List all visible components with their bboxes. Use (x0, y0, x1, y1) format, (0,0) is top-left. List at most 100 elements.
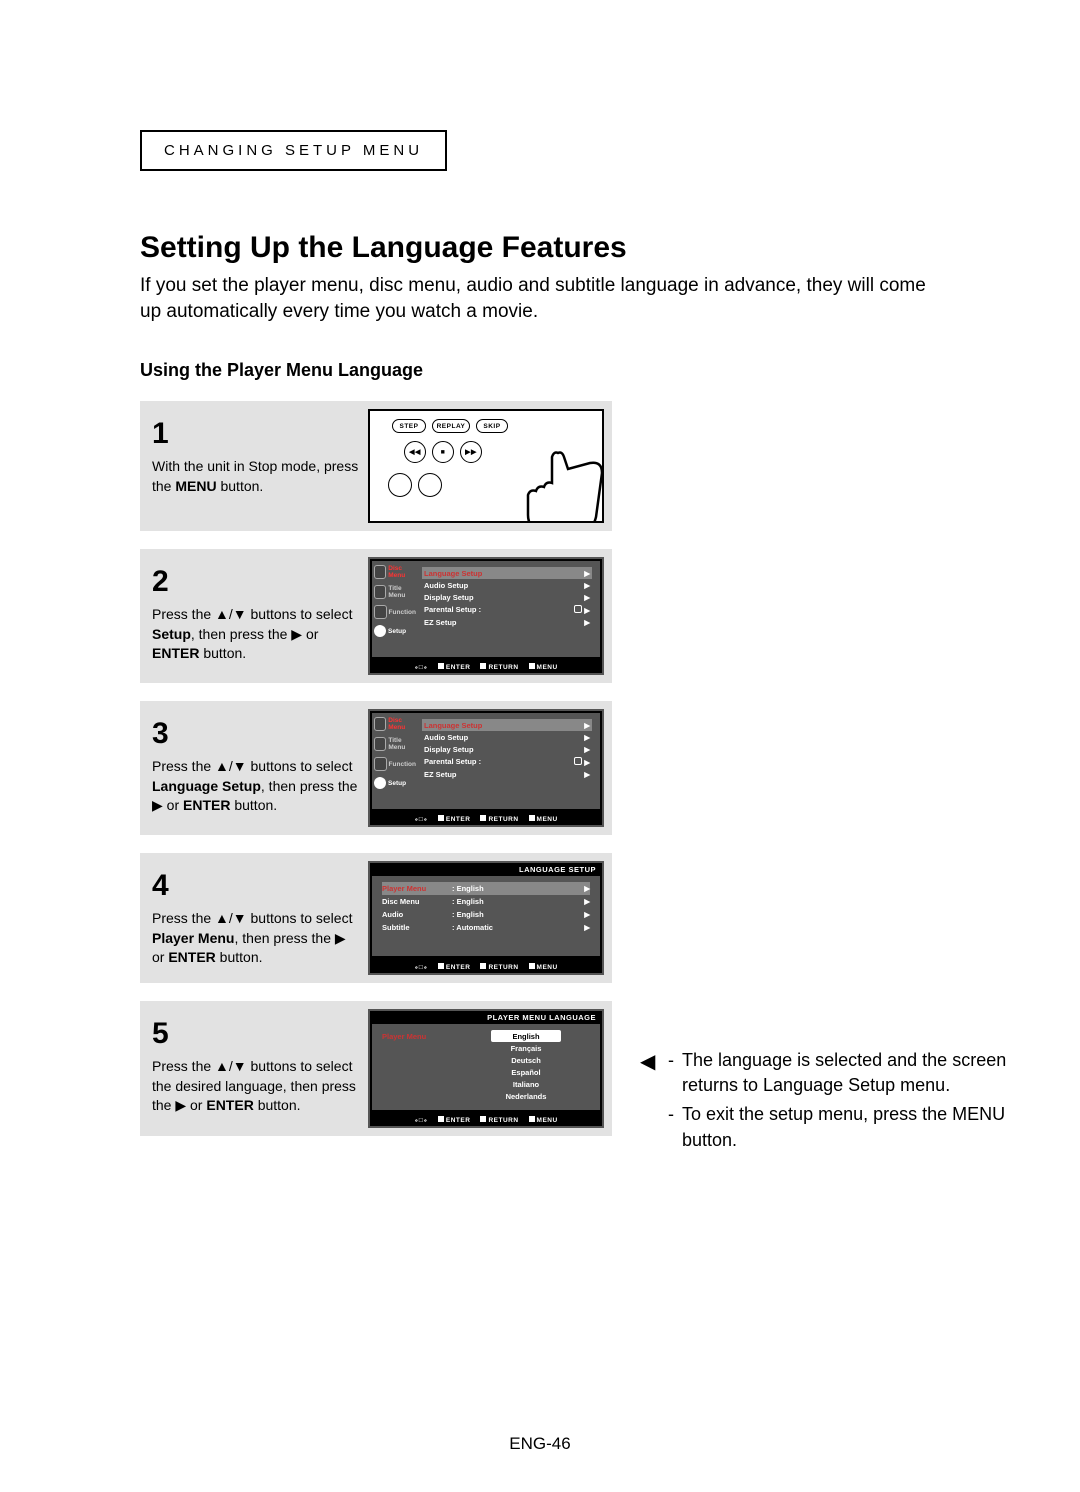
osd-row: Language Setup▶ (422, 719, 592, 731)
osd-setup-menu-3: Disc Menu Title Menu Function Setup Lang… (368, 709, 604, 827)
step-1-number: 1 (152, 413, 360, 455)
arrow-left-icon: ◀ (640, 1048, 668, 1098)
step-3: 3 Press the ▲/▼ buttons to select Langua… (140, 701, 612, 835)
side-disc-menu: Disc Menu (374, 565, 416, 579)
gear-icon (374, 625, 386, 637)
pml-options: English Français Deutsch Español Italian… (462, 1030, 590, 1104)
pml-opt-english: English (491, 1030, 561, 1042)
step-4-number: 4 (152, 865, 360, 907)
t: , then press the ▶ or (191, 626, 319, 642)
step-5-number: 5 (152, 1013, 360, 1055)
side-function: Function (374, 757, 416, 771)
remote-skip-button: SKIP (476, 419, 508, 433)
b: ENTER (183, 797, 230, 813)
remote-illustration: STEP REPLAY SKIP ◀◀ ■ ▶▶ (368, 409, 604, 523)
step-2-text: 2 Press the ▲/▼ buttons to select Setup,… (148, 557, 368, 675)
result-notes: ◀ - The language is selected and the scr… (640, 1048, 1060, 1157)
steps-column: 1 With the unit in Stop mode, press the … (140, 401, 612, 1136)
step-1-bold: MENU (175, 478, 216, 494)
osd-row: Display Setup▶ (422, 743, 592, 755)
note-1: The language is selected and the screen … (682, 1048, 1060, 1098)
step-3-number: 3 (152, 713, 360, 755)
pml-opt-espanol: Español (491, 1066, 561, 1078)
side-setup: Setup (374, 777, 416, 789)
step-4-text: 4 Press the ▲/▼ buttons to select Player… (148, 861, 368, 975)
osd-setup-menu: Disc Menu Title Menu Function Setup Lang… (368, 557, 604, 675)
side-function: Function (374, 605, 416, 619)
arrow-right-icon: ▶ (584, 569, 590, 578)
t: button. (254, 1097, 301, 1113)
osd-row: Parental Setup : ▶ (422, 603, 592, 616)
ls-row: Subtitle: Automatic▶ (382, 921, 590, 934)
pml-opt-deutsch: Deutsch (491, 1054, 561, 1066)
pml-opt-italiano: Italiano (491, 1078, 561, 1090)
step-2: 2 Press the ▲/▼ buttons to select Setup,… (140, 549, 612, 683)
osd-row: EZ Setup▶ (422, 768, 592, 780)
b: ENTER (152, 645, 199, 661)
osd-row: Audio Setup▶ (422, 579, 592, 591)
lock-icon (574, 757, 582, 765)
section-header: CHANGING SETUP MENU (140, 130, 447, 171)
osd-footer: ∘□∘ ENTER RETURN MENU (370, 963, 602, 971)
side-disc-menu: Disc Menu (374, 717, 416, 731)
b: Setup (152, 626, 191, 642)
osd-footer: ∘□∘ ENTER RETURN MENU (370, 1116, 602, 1124)
side-setup: Setup (374, 625, 416, 637)
b: ENTER (206, 1097, 253, 1113)
gear-icon (374, 777, 386, 789)
ls-title: LANGUAGE SETUP (370, 863, 602, 876)
step-4: 4 Press the ▲/▼ buttons to select Player… (140, 853, 612, 983)
t: button. (199, 645, 246, 661)
t: button. (216, 949, 263, 965)
hand-icon (508, 443, 604, 523)
osd-row: Audio Setup▶ (422, 731, 592, 743)
step-3-text: 3 Press the ▲/▼ buttons to select Langua… (148, 709, 368, 827)
remote-step-button: STEP (392, 419, 426, 433)
osd-row: Display Setup▶ (422, 591, 592, 603)
note-2: To exit the setup menu, press the MENU b… (682, 1102, 1060, 1152)
osd-main-2: Language Setup▶ Audio Setup▶ Display Set… (418, 561, 600, 657)
osd-sidebar: Disc Menu Title Menu Function Setup (372, 713, 418, 809)
step-5: 5 Press the ▲/▼ buttons to select the de… (140, 1001, 612, 1136)
ls-row: Disc Menu: English▶ (382, 895, 590, 908)
osd-main-3: Language Setup▶ Audio Setup▶ Display Set… (418, 713, 600, 809)
osd-row: Parental Setup : ▶ (422, 755, 592, 768)
pml-opt-nederlands: Nederlands (491, 1090, 561, 1102)
osd-sidebar: Disc Menu Title Menu Function Setup (372, 561, 418, 657)
t: Press the ▲/▼ buttons to select (152, 606, 352, 622)
ls-row: Player Menu: English▶ (382, 882, 590, 895)
ls-row: Audio: English▶ (382, 908, 590, 921)
pml-opt-francais: Français (491, 1042, 561, 1054)
step-1: 1 With the unit in Stop mode, press the … (140, 401, 612, 531)
osd-row: EZ Setup▶ (422, 616, 592, 628)
remote-circle-4 (388, 473, 412, 497)
side-title-menu: Title Menu (374, 585, 416, 599)
pml-left-label: Player Menu (382, 1030, 462, 1104)
intro-text: If you set the player menu, disc menu, a… (140, 273, 950, 324)
b: Player Menu (152, 930, 234, 946)
osd-footer: ∘□∘ ENTER RETURN MENU (370, 663, 602, 671)
pml-title: PLAYER MENU LANGUAGE (370, 1011, 602, 1024)
osd-player-menu-language: PLAYER MENU LANGUAGE Player Menu English… (368, 1009, 604, 1128)
step-2-number: 2 (152, 561, 360, 603)
t: Press the ▲/▼ buttons to select (152, 910, 352, 926)
lock-icon (574, 605, 582, 613)
step-5-text: 5 Press the ▲/▼ buttons to select the de… (148, 1009, 368, 1128)
remote-circle-1: ◀◀ (404, 441, 426, 463)
step-1-text-c: button. (217, 478, 264, 494)
t: Press the ▲/▼ buttons to select (152, 758, 352, 774)
b: Language Setup (152, 778, 261, 794)
step-1-text: 1 With the unit in Stop mode, press the … (148, 409, 368, 523)
b: ENTER (168, 949, 215, 965)
osd-row: Language Setup▶ (422, 567, 592, 579)
subheading: Using the Player Menu Language (140, 360, 950, 381)
remote-replay-button: REPLAY (432, 419, 470, 433)
dash: - (668, 1102, 682, 1152)
remote-circle-2: ■ (432, 441, 454, 463)
side-title-menu: Title Menu (374, 737, 416, 751)
remote-circle-3: ▶▶ (460, 441, 482, 463)
osd-footer: ∘□∘ ENTER RETURN MENU (370, 815, 602, 823)
dash: - (668, 1048, 682, 1098)
remote-circle-5 (418, 473, 442, 497)
page-number: ENG-46 (0, 1434, 1080, 1454)
